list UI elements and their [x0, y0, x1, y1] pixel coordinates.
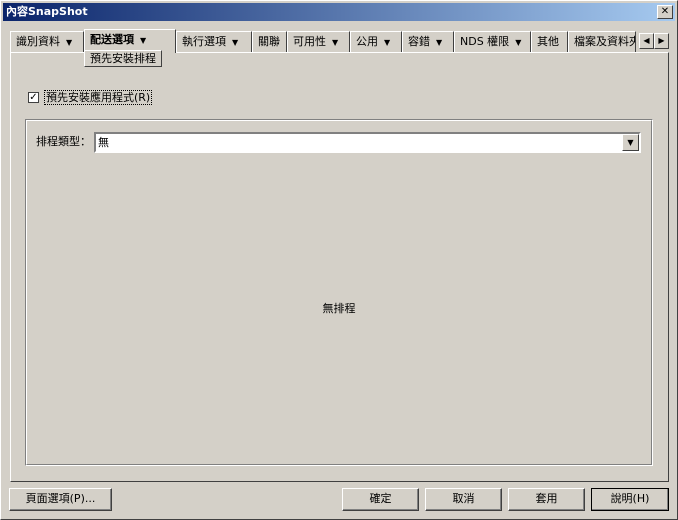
tab-label: 識別資料: [16, 35, 60, 48]
tab-nds-rights[interactable]: NDS 權限 ▼: [454, 31, 531, 52]
no-schedule-text: 無排程: [322, 302, 356, 315]
tab-scroll-left-button[interactable]: ◀: [639, 33, 654, 49]
cancel-button[interactable]: 取消: [425, 488, 502, 511]
caret-down-icon: ▼: [332, 37, 339, 47]
tab-label: 公用: [356, 35, 378, 48]
caret-down-icon: ▼: [232, 37, 239, 47]
schedule-groupbox-inner: [26, 120, 652, 465]
caret-down-icon: ▼: [436, 37, 443, 47]
window-title: 內容SnapShot: [6, 5, 88, 18]
caret-down-icon: ▼: [140, 35, 147, 45]
close-button[interactable]: ✕: [657, 5, 673, 19]
button-label: 說明(H): [610, 492, 650, 505]
tab-other[interactable]: 其他: [531, 31, 568, 52]
subtab-preinstall-schedule[interactable]: 預先安裝排程: [84, 50, 162, 67]
schedule-type-dropdown-button[interactable]: ▼: [622, 134, 639, 151]
tab-scroll-right-button[interactable]: ▶: [654, 33, 669, 49]
tab-files-folders[interactable]: 檔案及資料夾: [568, 31, 636, 52]
tab-label: 容錯: [408, 35, 430, 48]
check-icon: ✓: [29, 91, 38, 103]
button-label: 頁面選項(P)...: [25, 492, 96, 505]
preinstall-checkbox-row[interactable]: ✓ 預先安裝應用程式(R): [28, 89, 153, 105]
tab-availability[interactable]: 可用性 ▼: [287, 31, 350, 52]
tab-label: 配送選項: [90, 33, 134, 46]
button-label: 套用: [535, 492, 558, 505]
caret-down-icon: ▼: [384, 37, 391, 47]
schedule-type-label: 排程類型：: [36, 135, 91, 148]
schedule-type-select[interactable]: 無 ▼: [94, 132, 641, 153]
tab-scroll-buttons: ◀ ▶: [639, 33, 669, 49]
tab-common[interactable]: 公用 ▼: [350, 31, 402, 52]
schedule-groupbox: [25, 119, 653, 466]
tab-label: 執行選項: [182, 35, 226, 48]
arrow-right-icon: ▶: [658, 36, 665, 45]
tab-label: 其他: [537, 35, 559, 48]
preinstall-checkbox-label[interactable]: 預先安裝應用程式(R): [44, 89, 153, 105]
tab-label: 可用性: [293, 35, 326, 48]
tab-identification[interactable]: 識別資料 ▼: [10, 31, 84, 52]
subtab-label: 預先安裝排程: [90, 52, 156, 65]
close-icon: ✕: [660, 6, 670, 17]
tab-run-options[interactable]: 執行選項 ▼: [176, 31, 252, 52]
ok-button[interactable]: 確定: [342, 488, 419, 511]
arrow-left-icon: ◀: [643, 36, 650, 45]
apply-button[interactable]: 套用: [508, 488, 585, 511]
tab-label: 關聯: [258, 35, 280, 48]
tab-fault-tolerance[interactable]: 容錯 ▼: [402, 31, 454, 52]
caret-down-icon: ▼: [515, 37, 522, 47]
preinstall-checkbox[interactable]: ✓: [28, 91, 39, 103]
tab-associations[interactable]: 關聯: [252, 31, 287, 52]
caret-down-icon: ▼: [66, 37, 73, 47]
page-options-button[interactable]: 頁面選項(P)...: [9, 488, 112, 511]
button-label: 確定: [369, 492, 392, 505]
schedule-type-value: 無: [98, 136, 109, 149]
tab-label: NDS 權限: [460, 35, 510, 48]
chevron-down-icon: ▼: [627, 138, 634, 147]
title-bar: 內容SnapShot ✕: [3, 3, 675, 21]
button-label: 取消: [452, 492, 475, 505]
help-button[interactable]: 說明(H): [591, 488, 669, 511]
tab-label: 檔案及資料夾: [574, 35, 636, 48]
